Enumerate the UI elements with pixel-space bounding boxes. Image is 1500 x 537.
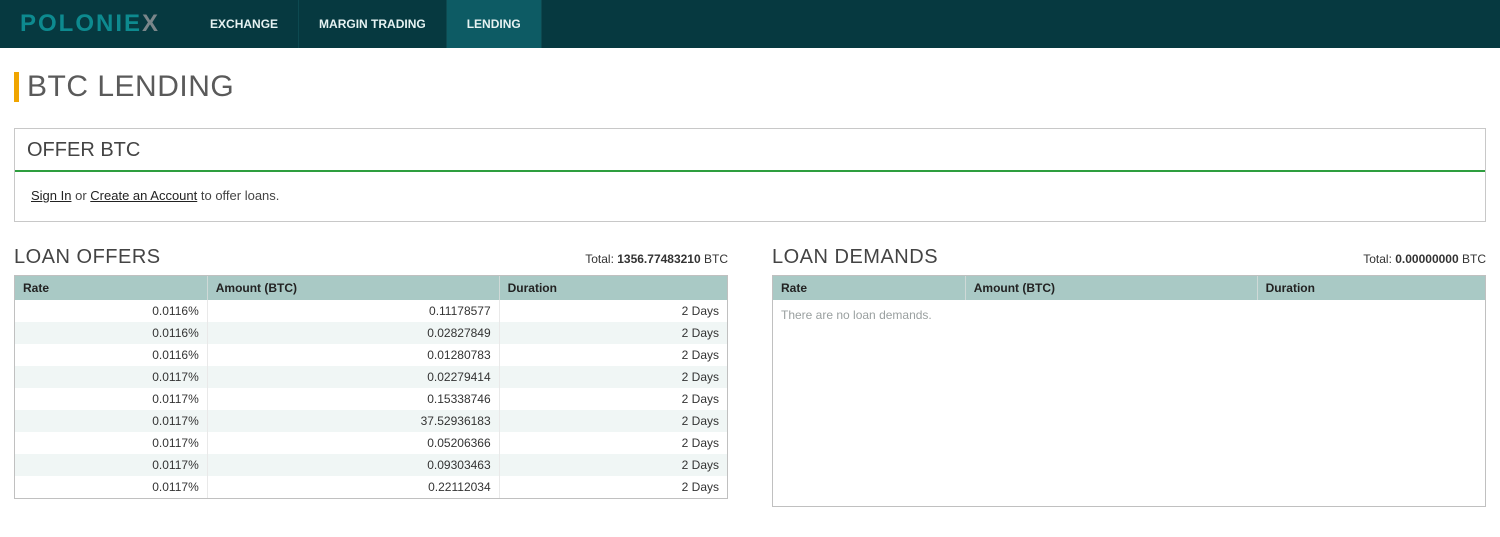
loan-demands-empty: There are no loan demands. bbox=[773, 300, 1485, 330]
col-duration[interactable]: Duration bbox=[1257, 276, 1485, 300]
total-value: 1356.77483210 bbox=[617, 252, 700, 266]
cell-rate: 0.0117% bbox=[15, 410, 207, 432]
sign-in-link[interactable]: Sign In bbox=[31, 188, 71, 203]
cell-amount: 0.05206366 bbox=[207, 432, 499, 454]
cell-amount: 0.01280783 bbox=[207, 344, 499, 366]
cell-amount: 0.02279414 bbox=[207, 366, 499, 388]
cell-duration: 2 Days bbox=[499, 454, 727, 476]
nav-margin-trading[interactable]: MARGIN TRADING bbox=[299, 0, 447, 48]
nav-label: MARGIN TRADING bbox=[319, 17, 426, 31]
accent-bar bbox=[14, 72, 19, 102]
cell-duration: 2 Days bbox=[499, 300, 727, 322]
cell-duration: 2 Days bbox=[499, 344, 727, 366]
col-rate[interactable]: Rate bbox=[15, 276, 207, 300]
loan-offers-scroll[interactable]: 0.0116%0.111785772 Days0.0116%0.02827849… bbox=[15, 300, 727, 498]
loan-offers-table-wrap: Rate Amount (BTC) Duration 0.0116%0.1117… bbox=[14, 275, 728, 499]
cell-rate: 0.0117% bbox=[15, 454, 207, 476]
nav-label: EXCHANGE bbox=[210, 17, 278, 31]
total-unit: BTC bbox=[1459, 252, 1486, 266]
brand-text-main: POLONIE bbox=[20, 10, 142, 38]
offer-body: Sign In or Create an Account to offer lo… bbox=[15, 172, 1485, 221]
loan-demands-head: LOAN DEMANDS Total: 0.00000000 BTC bbox=[772, 242, 1486, 275]
total-value: 0.00000000 bbox=[1395, 252, 1458, 266]
table-row[interactable]: 0.0117%0.052063662 Days bbox=[15, 432, 727, 454]
cell-amount: 0.09303463 bbox=[207, 454, 499, 476]
cell-amount: 0.22112034 bbox=[207, 476, 499, 498]
offer-suffix: to offer loans. bbox=[197, 188, 279, 203]
loan-demands-body: There are no loan demands. bbox=[773, 300, 1485, 506]
cell-rate: 0.0117% bbox=[15, 366, 207, 388]
col-amount[interactable]: Amount (BTC) bbox=[207, 276, 499, 300]
table-row[interactable]: 0.0117%0.093034632 Days bbox=[15, 454, 727, 476]
loan-offers-body-table: 0.0116%0.111785772 Days0.0116%0.02827849… bbox=[15, 300, 727, 498]
loan-offers-head: LOAN OFFERS Total: 1356.77483210 BTC bbox=[14, 242, 728, 275]
nav-lending[interactable]: LENDING bbox=[447, 0, 542, 48]
cell-duration: 2 Days bbox=[499, 388, 727, 410]
cell-duration: 2 Days bbox=[499, 432, 727, 454]
table-row[interactable]: 0.0116%0.012807832 Days bbox=[15, 344, 727, 366]
cell-rate: 0.0116% bbox=[15, 300, 207, 322]
cell-duration: 2 Days bbox=[499, 366, 727, 388]
table-row[interactable]: 0.0117%0.153387462 Days bbox=[15, 388, 727, 410]
cell-amount: 0.02827849 bbox=[207, 322, 499, 344]
table-row[interactable]: 0.0117%0.022794142 Days bbox=[15, 366, 727, 388]
offer-header: OFFER BTC bbox=[15, 129, 1485, 172]
col-amount[interactable]: Amount (BTC) bbox=[965, 276, 1257, 300]
page-title: BTC LENDING bbox=[27, 70, 234, 104]
loan-demands-section: LOAN DEMANDS Total: 0.00000000 BTC Rate … bbox=[772, 242, 1486, 507]
loan-demands-total: Total: 0.00000000 BTC bbox=[1363, 252, 1486, 266]
total-unit: BTC bbox=[701, 252, 728, 266]
table-row[interactable]: 0.0117%37.529361832 Days bbox=[15, 410, 727, 432]
table-row[interactable]: 0.0116%0.111785772 Days bbox=[15, 300, 727, 322]
table-row[interactable]: 0.0117%0.221120342 Days bbox=[15, 476, 727, 498]
page-title-wrap: BTC LENDING bbox=[0, 48, 1500, 128]
offer-box: OFFER BTC Sign In or Create an Account t… bbox=[14, 128, 1486, 222]
col-duration[interactable]: Duration bbox=[499, 276, 727, 300]
col-rate[interactable]: Rate bbox=[773, 276, 965, 300]
loan-demands-title: LOAN DEMANDS bbox=[772, 246, 938, 269]
table-header-row: Rate Amount (BTC) Duration bbox=[773, 276, 1485, 300]
nav-label: LENDING bbox=[467, 17, 521, 31]
cell-rate: 0.0117% bbox=[15, 388, 207, 410]
cell-duration: 2 Days bbox=[499, 322, 727, 344]
cell-rate: 0.0116% bbox=[15, 344, 207, 366]
loan-offers-title: LOAN OFFERS bbox=[14, 246, 161, 269]
table-row[interactable]: 0.0116%0.028278492 Days bbox=[15, 322, 727, 344]
cell-amount: 0.11178577 bbox=[207, 300, 499, 322]
offer-or: or bbox=[71, 188, 90, 203]
create-account-link[interactable]: Create an Account bbox=[90, 188, 197, 203]
loan-offers-section: LOAN OFFERS Total: 1356.77483210 BTC Rat… bbox=[14, 242, 728, 507]
columns: LOAN OFFERS Total: 1356.77483210 BTC Rat… bbox=[0, 242, 1500, 507]
total-label: Total: bbox=[585, 252, 617, 266]
table-header-row: Rate Amount (BTC) Duration bbox=[15, 276, 727, 300]
cell-rate: 0.0117% bbox=[15, 476, 207, 498]
brand-logo[interactable]: POLONIEX bbox=[20, 0, 190, 48]
loan-demands-header-table: Rate Amount (BTC) Duration bbox=[773, 276, 1485, 300]
cell-duration: 2 Days bbox=[499, 476, 727, 498]
cell-rate: 0.0117% bbox=[15, 432, 207, 454]
top-nav: POLONIEX EXCHANGE MARGIN TRADING LENDING bbox=[0, 0, 1500, 48]
cell-rate: 0.0116% bbox=[15, 322, 207, 344]
brand-text-x: X bbox=[142, 10, 160, 38]
cell-amount: 37.52936183 bbox=[207, 410, 499, 432]
total-label: Total: bbox=[1363, 252, 1395, 266]
cell-duration: 2 Days bbox=[499, 410, 727, 432]
cell-amount: 0.15338746 bbox=[207, 388, 499, 410]
loan-demands-table-wrap: Rate Amount (BTC) Duration There are no … bbox=[772, 275, 1486, 507]
loan-offers-total: Total: 1356.77483210 BTC bbox=[585, 252, 728, 266]
loan-offers-header-table: Rate Amount (BTC) Duration bbox=[15, 276, 727, 300]
nav-exchange[interactable]: EXCHANGE bbox=[190, 0, 299, 48]
